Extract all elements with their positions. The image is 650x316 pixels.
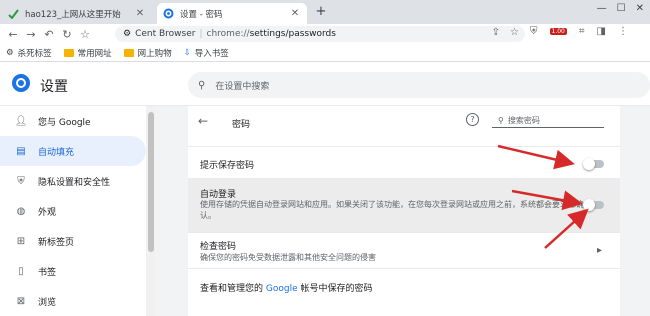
- settings-sidebar: 👤︎ 您与 Google ▤ 自动填充 ⛨ 隐私设置和安全性 ◍ 外观 ⊞ 新标签页 ▯ 书…: [0, 106, 146, 316]
- new-tab-icon: ⊞: [16, 235, 26, 247]
- offer-save-label: 提示保存密码: [200, 161, 255, 171]
- cent-browser-logo: [12, 74, 30, 92]
- share-icon[interactable]: ⇪: [492, 27, 500, 38]
- shield-ext-icon[interactable]: ⛨: [530, 26, 538, 37]
- help-icon[interactable]: ?: [466, 113, 479, 126]
- auto-signin-row[interactable]: 自动登录 使用存储的凭据自动登录网站和应用。如果关闭了该功能，在您每次登录网站或…: [188, 178, 620, 232]
- close-window-icon[interactable]: ✕: [636, 3, 644, 14]
- settings-gear-icon: [163, 8, 174, 19]
- settings-title: 设置: [40, 79, 68, 95]
- bookmark-icon: ▯: [18, 265, 24, 277]
- sidebar-item-bookmarks[interactable]: ▯ 书签: [0, 256, 146, 286]
- ext-badge[interactable]: 1.00: [549, 28, 567, 35]
- bookmark-star-icon[interactable]: ☆: [510, 27, 519, 38]
- search-icon: ⚲: [498, 116, 504, 125]
- settings-header: 设置 ⚲ 在设置中搜索: [0, 62, 650, 106]
- tab-title: hao123_上网从这里开始: [25, 9, 121, 20]
- close-icon[interactable]: ✕: [134, 8, 146, 19]
- address-bar[interactable]: ⚙ Cent Browser | chrome://settings/passw…: [115, 26, 525, 42]
- hao123-icon: [8, 8, 19, 19]
- forward-icon[interactable]: →: [22, 28, 40, 41]
- settings-icon: ⚙: [6, 47, 14, 58]
- minimize-icon[interactable]: —: [597, 3, 607, 14]
- bookmark-item[interactable]: 常用网址: [63, 47, 112, 59]
- auto-signin-toggle[interactable]: [583, 199, 604, 211]
- offer-save-row[interactable]: 提示保存密码: [188, 146, 620, 178]
- crop-icon[interactable]: ⌗: [579, 26, 585, 37]
- password-search-input[interactable]: ⚲ 搜索密码: [492, 114, 604, 128]
- bookmark-item[interactable]: ⚙ 杀死标签: [6, 47, 52, 59]
- new-tab-button[interactable]: +: [313, 4, 329, 20]
- shield-icon: ⛨: [17, 175, 25, 187]
- search-icon: ⚲: [198, 79, 206, 91]
- google-account-link[interactable]: Google: [266, 284, 298, 294]
- page-title: 密码: [232, 120, 251, 130]
- sidebar-item-new-tab[interactable]: ⊞ 新标签页: [0, 226, 146, 256]
- close-icon[interactable]: ✕: [289, 8, 301, 19]
- sidebar-item-privacy[interactable]: ⛨ 隐私设置和安全性: [0, 166, 146, 196]
- auto-signin-description: 使用存储的凭据自动登录网站和应用。如果关闭了该功能，在您每次登录网站或应用之前，…: [200, 200, 584, 220]
- tab-strip: hao123_上网从这里开始 ✕ 设置 - 密码 ✕ + — ☐ ✕: [0, 0, 650, 24]
- palette-icon: ◍: [16, 205, 26, 217]
- import-icon: ⇩: [183, 47, 191, 58]
- folder-icon: [123, 48, 134, 57]
- cent-browser-icon: ⚙: [123, 29, 132, 39]
- undo-close-icon[interactable]: ↶: [40, 28, 58, 41]
- check-passwords-description: 确保您的密码免受数据泄露和其他安全问题的侵害: [200, 253, 376, 262]
- extension-icons: ⛨ 1.00 ⌗ ◨ ⋮: [530, 26, 628, 37]
- star-icon[interactable]: ☆: [76, 28, 94, 41]
- search-placeholder: 搜索密码: [507, 116, 540, 125]
- bookmarks-bar: ⚙ 杀死标签 常用网址 网上购物 ⇩ 导入书签: [0, 44, 650, 62]
- tab-title: 设置 - 密码: [180, 9, 223, 20]
- settings-search-input[interactable]: ⚲ 在设置中搜索: [188, 72, 650, 98]
- back-icon[interactable]: ←: [4, 28, 22, 41]
- scrollbar-thumb[interactable]: [148, 112, 154, 252]
- check-passwords-label: 检查密码: [200, 242, 237, 252]
- url-text: chrome://settings/passwords: [206, 29, 336, 39]
- clipboard-icon: ▤: [16, 145, 26, 157]
- browse-icon: ⊠: [16, 295, 26, 307]
- passwords-card: ← 密码 ? ⚲ 搜索密码 提示保存密码 自动登录 使用存储的凭据自动登录网站和…: [188, 106, 620, 316]
- check-passwords-row[interactable]: 检查密码 确保您的密码免受数据泄露和其他安全问题的侵害 ▸: [188, 232, 620, 268]
- omnibox-icons: ⇪ ☆: [492, 27, 519, 38]
- bookmark-item[interactable]: ⇩ 导入书签: [184, 47, 229, 59]
- browser-brand: Cent Browser: [135, 29, 196, 39]
- search-placeholder: 在设置中搜索: [215, 81, 270, 92]
- manage-passwords-text: 查看和管理您的 Google 帐号中保存的密码: [200, 284, 373, 294]
- chevron-right-icon: ▸: [596, 245, 602, 256]
- back-arrow-icon[interactable]: ←: [198, 114, 208, 128]
- sidebar-item-autofill[interactable]: ▤ 自动填充: [0, 136, 146, 166]
- person-icon: 👤︎: [14, 115, 28, 127]
- window-controls: — ☐ ✕: [597, 3, 644, 14]
- offer-save-toggle[interactable]: [583, 158, 604, 170]
- maximize-icon[interactable]: ☐: [617, 3, 626, 14]
- folder-icon: [63, 48, 74, 57]
- tab-settings-passwords[interactable]: 设置 - 密码 ✕: [157, 3, 307, 24]
- manage-passwords-row: 查看和管理您的 Google 帐号中保存的密码: [188, 268, 620, 316]
- sidebar-item-appearance[interactable]: ◍ 外观: [0, 196, 146, 226]
- sidebar-item-you-and-google[interactable]: 👤︎ 您与 Google: [0, 106, 146, 136]
- bookmark-item[interactable]: 网上购物: [123, 47, 172, 59]
- menu-icon[interactable]: ⋮: [618, 26, 628, 37]
- reader-icon[interactable]: ◨: [597, 26, 606, 37]
- sidebar-item-browse[interactable]: ⊠ 浏览: [0, 286, 146, 316]
- divider: |: [199, 29, 203, 39]
- reload-icon[interactable]: ↻: [58, 28, 76, 41]
- tab-hao123[interactable]: hao123_上网从这里开始 ✕: [2, 3, 152, 24]
